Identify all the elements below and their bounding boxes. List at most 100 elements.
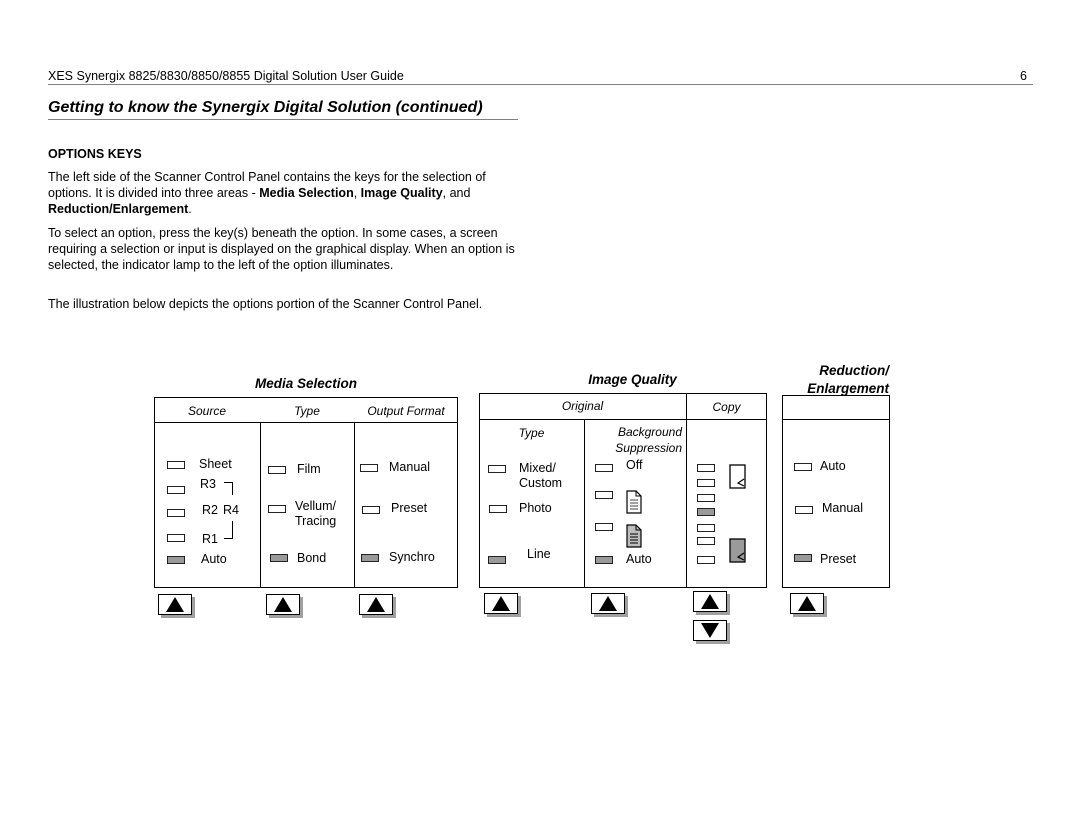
arrow-up-icon bbox=[701, 594, 719, 609]
subcol-header-background-suppression: Background Suppression bbox=[615, 425, 682, 455]
media-selection-title: Media Selection bbox=[254, 376, 358, 391]
page-dark-icon bbox=[729, 538, 746, 563]
section-title-underline bbox=[48, 119, 518, 120]
copy-density-lamp bbox=[697, 464, 715, 472]
background-suppression-select-key[interactable] bbox=[591, 593, 625, 614]
label-re-auto: Auto bbox=[820, 459, 846, 473]
lamp-mixed-custom bbox=[488, 465, 506, 473]
lamp-auto bbox=[167, 556, 185, 564]
bold-image-quality: Image Quality bbox=[360, 186, 443, 200]
col-header-copy: Copy bbox=[712, 400, 741, 414]
lamp-synchro bbox=[361, 554, 379, 562]
arrow-down-icon bbox=[701, 623, 719, 638]
arrow-up-icon bbox=[367, 597, 385, 612]
copy-density-lamp bbox=[697, 537, 715, 545]
col-header-type: Type bbox=[294, 404, 320, 418]
label-sheet: Sheet bbox=[199, 457, 232, 471]
para-text: , and bbox=[442, 186, 471, 200]
copy-density-lamp bbox=[697, 508, 715, 516]
paragraph-select-option: To select an option, press the key(s) be… bbox=[48, 226, 515, 272]
label-preset: Preset bbox=[391, 501, 428, 515]
page-number: 6 bbox=[1020, 69, 1027, 83]
reduction-enlargement-select-key[interactable] bbox=[790, 593, 824, 614]
lamp-manual bbox=[360, 464, 378, 472]
label-manual: Manual bbox=[389, 460, 430, 474]
label-r4-group: R4 bbox=[223, 503, 239, 517]
col-header-original: Original bbox=[561, 399, 604, 413]
paragraph-intro: The left side of the Scanner Control Pan… bbox=[48, 169, 518, 217]
col-header-source: Source bbox=[187, 404, 227, 418]
iq-header-divider bbox=[479, 419, 767, 421]
iq-col-divider bbox=[584, 419, 586, 588]
copy-density-lamp bbox=[697, 556, 715, 564]
lamp-r3 bbox=[167, 486, 185, 494]
page-light-icon bbox=[729, 464, 746, 489]
copy-lighter-key[interactable] bbox=[693, 591, 727, 612]
subcol-header-type: Type bbox=[518, 426, 545, 440]
iq-type-select-key[interactable] bbox=[484, 593, 518, 614]
header-divider bbox=[48, 84, 1033, 85]
reduction-enlargement-title: Reduction/ Enlargement bbox=[807, 363, 889, 396]
label-vellum-tracing: Vellum/ Tracing bbox=[295, 499, 337, 528]
lamp-sheet bbox=[167, 461, 185, 469]
lamp-preset bbox=[362, 506, 380, 514]
bold-reduction-enlargement: Reduction/Enlargement bbox=[48, 202, 189, 216]
lamp-r1 bbox=[167, 534, 185, 542]
lamp-bg-off bbox=[595, 464, 613, 472]
bold-media-selection: Media Selection bbox=[259, 186, 354, 200]
label-re-manual: Manual bbox=[822, 501, 863, 515]
media-col-divider bbox=[354, 422, 356, 588]
document-dark-icon bbox=[626, 524, 642, 548]
type-select-key[interactable] bbox=[266, 594, 300, 615]
label-bond: Bond bbox=[297, 551, 327, 565]
arrow-up-icon bbox=[599, 596, 617, 611]
label-film: Film bbox=[297, 462, 321, 476]
copy-density-lamp bbox=[697, 494, 715, 502]
label-bg-auto: Auto bbox=[626, 552, 652, 566]
label-bg-off: Off bbox=[626, 458, 643, 472]
subheading-options-keys: OPTIONS KEYS bbox=[48, 147, 142, 161]
copy-darker-key[interactable] bbox=[693, 620, 727, 641]
output-format-select-key[interactable] bbox=[359, 594, 393, 615]
document-light-icon bbox=[626, 490, 642, 514]
section-title: Getting to know the Synergix Digital Sol… bbox=[48, 99, 483, 116]
label-synchro: Synchro bbox=[389, 550, 435, 564]
r4-bracket-top bbox=[224, 482, 233, 495]
label-line: Line bbox=[527, 547, 551, 561]
r4-bracket-bottom bbox=[224, 521, 233, 539]
arrow-up-icon bbox=[166, 597, 184, 612]
lamp-bg-dark bbox=[595, 523, 613, 531]
image-quality-title: Image Quality bbox=[588, 372, 677, 387]
label-auto: Auto bbox=[201, 552, 227, 566]
lamp-re-auto bbox=[794, 463, 812, 471]
lamp-bond bbox=[270, 554, 288, 562]
para-text: , bbox=[353, 186, 361, 200]
col-header-output-format: Output Format bbox=[367, 404, 445, 418]
lamp-line bbox=[488, 556, 506, 564]
label-mixed-custom: Mixed/ Custom bbox=[519, 461, 563, 490]
iq-col-divider bbox=[686, 393, 688, 588]
lamp-photo bbox=[489, 505, 507, 513]
arrow-up-icon bbox=[798, 596, 816, 611]
arrow-up-icon bbox=[274, 597, 292, 612]
lamp-re-preset bbox=[794, 554, 812, 562]
lamp-bg-auto bbox=[595, 556, 613, 564]
lamp-film bbox=[268, 466, 286, 474]
lamp-re-manual bbox=[795, 506, 813, 514]
copy-density-lamp bbox=[697, 479, 715, 487]
para-text: . bbox=[188, 202, 192, 216]
media-header-divider bbox=[154, 422, 458, 424]
label-r3: R3 bbox=[200, 477, 216, 491]
source-select-key[interactable] bbox=[158, 594, 192, 615]
re-header-divider bbox=[782, 419, 890, 421]
label-re-preset: Preset bbox=[820, 552, 857, 566]
lamp-r2 bbox=[167, 509, 185, 517]
copy-density-lamp bbox=[697, 524, 715, 532]
media-col-divider bbox=[260, 422, 262, 588]
arrow-up-icon bbox=[492, 596, 510, 611]
lamp-vellum bbox=[268, 505, 286, 513]
paragraph-illustration: The illustration below depicts the optio… bbox=[48, 297, 483, 311]
lamp-bg-light bbox=[595, 491, 613, 499]
label-photo: Photo bbox=[519, 501, 552, 515]
label-r2: R2 bbox=[202, 503, 218, 517]
